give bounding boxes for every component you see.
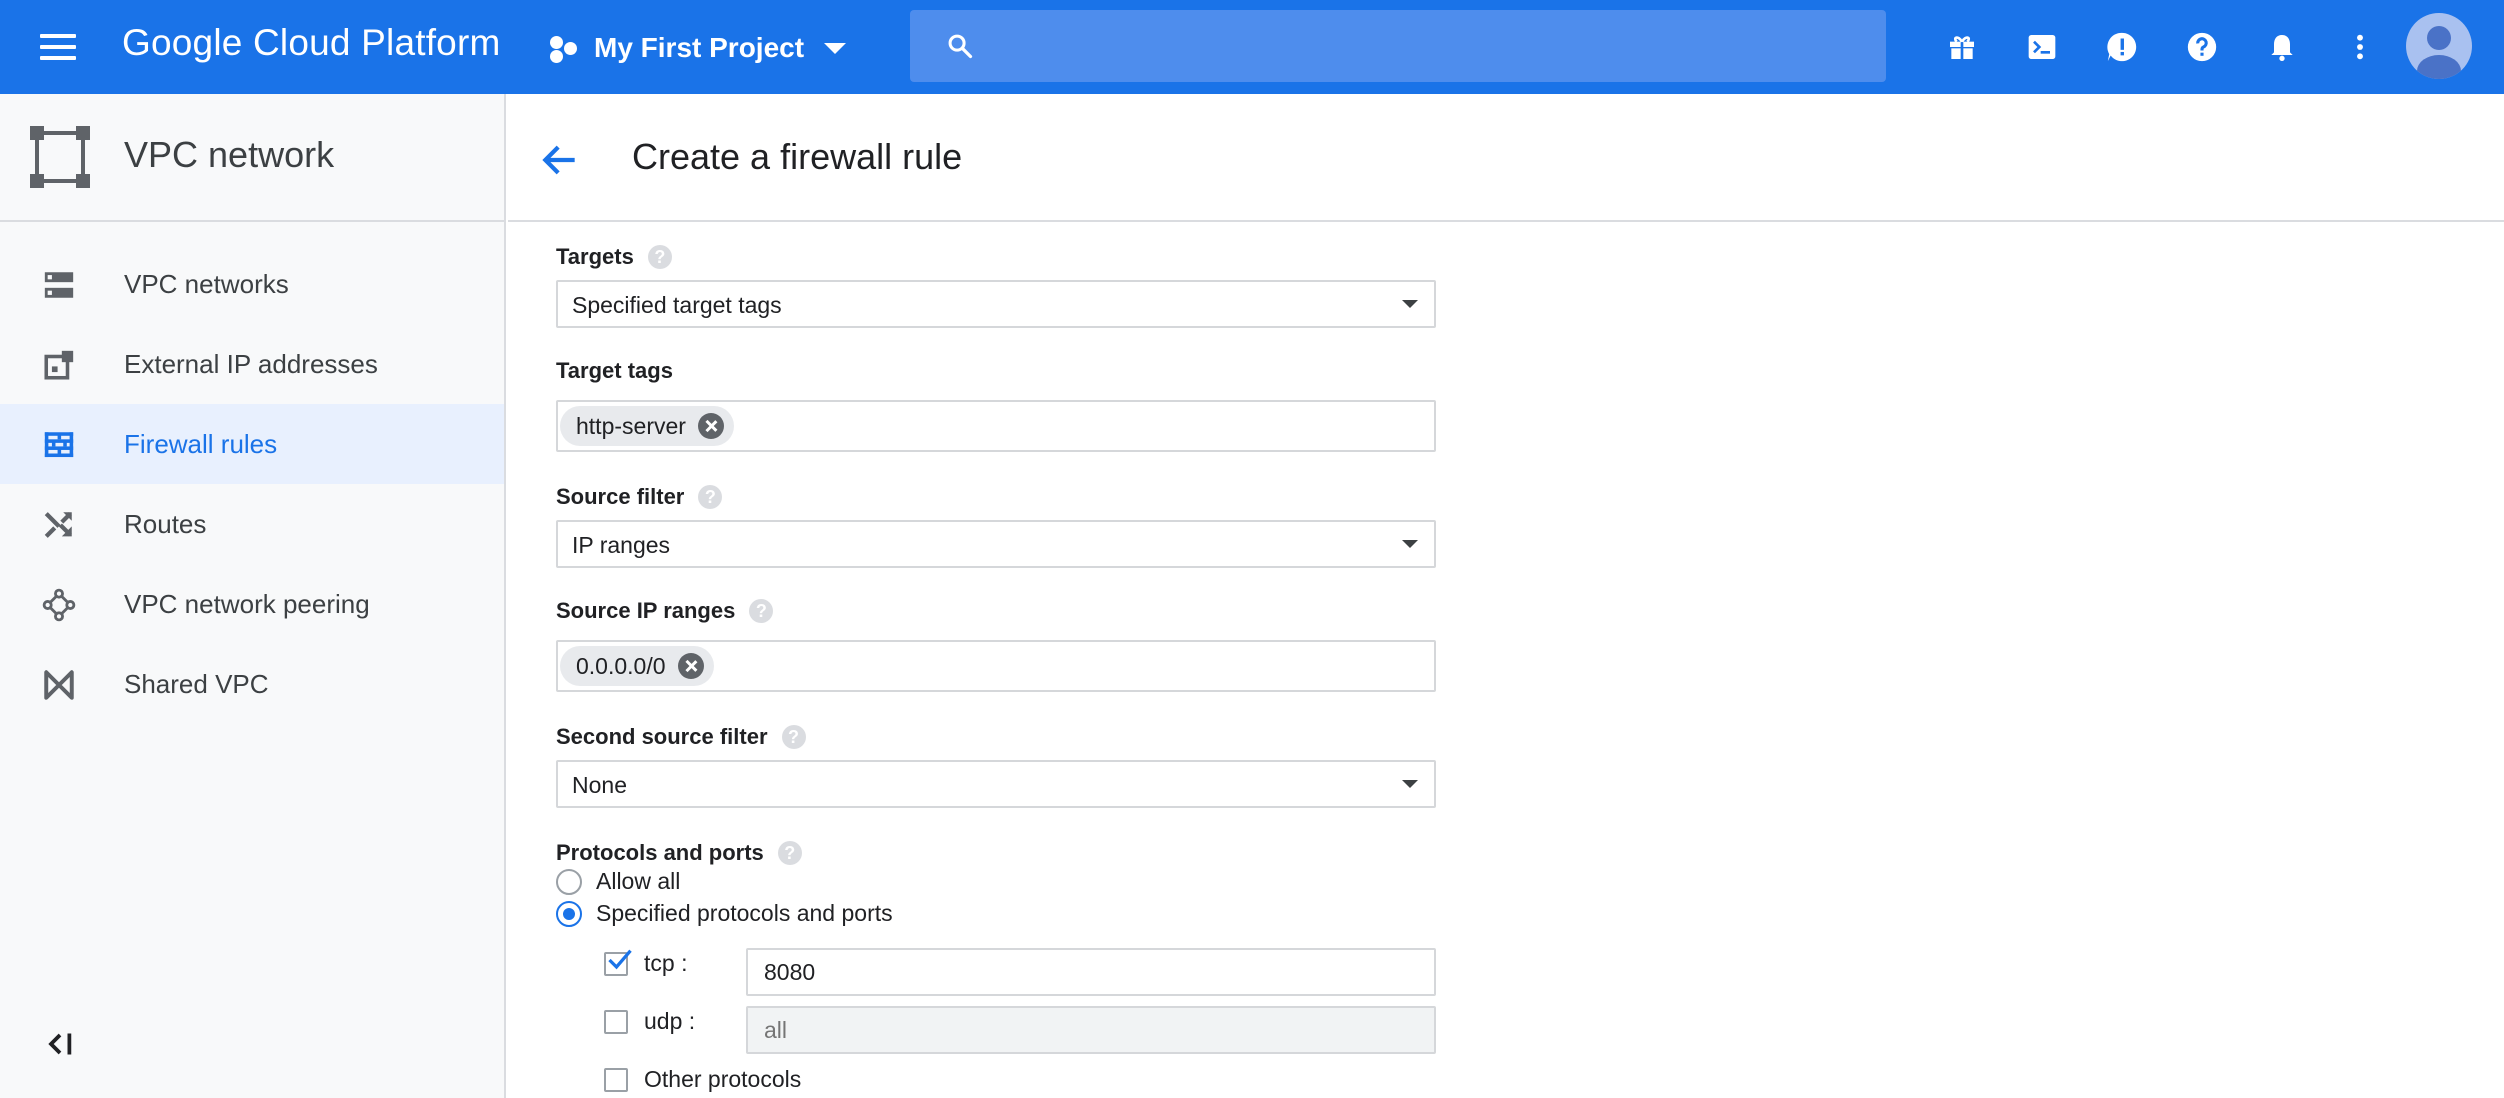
help-icon[interactable]: ? <box>647 245 672 269</box>
tcp-row: tcp : <box>604 949 688 977</box>
source-ip-ranges-input[interactable]: 0.0.0.0/0 <box>556 640 1436 692</box>
help-icon[interactable]: ? <box>781 725 806 749</box>
left-nav: VPC network VPC networks External IP add… <box>0 94 506 1098</box>
sidebar-item-external-ip[interactable]: External IP addresses <box>0 324 504 404</box>
source-ip-ranges-label: Source IP ranges ? <box>556 598 774 624</box>
sidebar-item-label: External IP addresses <box>124 348 378 379</box>
target-tags-label: Target tags <box>556 358 673 384</box>
account-avatar[interactable] <box>2406 13 2472 79</box>
sidebar-header: VPC network <box>0 94 504 222</box>
page-header: Create a firewall rule <box>508 94 2504 222</box>
more-vert-icon[interactable] <box>2338 25 2382 69</box>
sidebar-item-label: Shared VPC <box>124 668 269 699</box>
chevron-down-icon <box>824 42 847 54</box>
udp-label: udp : <box>644 1008 696 1034</box>
notifications-icon[interactable] <box>2260 25 2304 69</box>
target-tags-input[interactable]: http-server <box>556 400 1436 452</box>
radio-button-selected[interactable] <box>556 900 582 927</box>
search-icon <box>948 34 973 59</box>
target-tags-label-text: Target tags <box>556 358 673 383</box>
help-icon[interactable]: ? <box>698 485 723 509</box>
product-name[interactable]: Google Cloud Platform <box>122 22 501 64</box>
targets-select[interactable]: Specified target tags <box>556 280 1436 328</box>
firewall-icon <box>44 432 74 458</box>
sidebar-item-firewall-rules[interactable]: Firewall rules <box>0 404 504 484</box>
main-menu-button[interactable] <box>36 28 84 66</box>
protocols-ports-label: Protocols and ports ? <box>556 840 802 866</box>
remove-chip-icon[interactable] <box>697 413 724 439</box>
sidebar-item-label: Routes <box>124 508 207 539</box>
protocols-ports-label-text: Protocols and ports <box>556 840 764 865</box>
udp-checkbox[interactable] <box>604 1009 628 1034</box>
dropdown-arrow-icon <box>1402 780 1418 788</box>
other-protocols-row: Other protocols <box>604 1066 801 1093</box>
sidebar-item-label: Firewall rules <box>124 428 278 459</box>
chip-label: 0.0.0.0/0 <box>576 652 666 679</box>
shared-vpc-icon <box>44 670 74 700</box>
radio-button[interactable] <box>556 868 582 895</box>
tcp-label: tcp : <box>644 950 688 976</box>
other-protocols-label: Other protocols <box>644 1066 802 1092</box>
cloud-shell-icon[interactable] <box>2020 25 2064 69</box>
sidebar-nav: VPC networks External IP addresses Firew… <box>0 244 504 724</box>
source-filter-label-text: Source filter <box>556 484 685 509</box>
tcp-ports-input[interactable] <box>746 948 1436 996</box>
vpc-networks-icon <box>44 272 74 298</box>
sidebar-item-shared-vpc[interactable]: Shared VPC <box>0 644 504 724</box>
sidebar-item-vpc-network-peering[interactable]: VPC network peering <box>0 564 504 644</box>
sidebar-title: VPC network <box>124 134 335 175</box>
targets-label-text: Targets <box>556 244 634 269</box>
dropdown-arrow-icon <box>1402 540 1418 548</box>
sidebar-item-label: VPC networks <box>124 268 289 299</box>
tcp-checkbox[interactable] <box>604 949 632 976</box>
allow-all-radio[interactable]: Allow all <box>556 868 680 895</box>
user-icon <box>2417 26 2461 79</box>
help-icon[interactable]: ? <box>749 599 774 623</box>
collapse-sidebar-icon[interactable] <box>42 1026 78 1062</box>
source-filter-select[interactable]: IP ranges <box>556 520 1436 568</box>
tag-chip: http-server <box>560 406 734 446</box>
ip-range-chip: 0.0.0.0/0 <box>560 646 714 686</box>
chip-label: http-server <box>576 412 686 439</box>
project-selector[interactable]: My First Project <box>548 26 847 70</box>
allow-all-label: Allow all <box>596 868 681 894</box>
udp-row: udp : <box>604 1008 695 1035</box>
help-icon[interactable]: ? <box>777 841 802 865</box>
top-app-bar: Google Cloud Platform My First Project <box>0 0 2504 94</box>
project-dots-icon <box>548 32 580 64</box>
search-box[interactable] <box>910 10 1886 82</box>
page-title: Create a firewall rule <box>632 136 963 177</box>
second-source-filter-label: Second source filter ? <box>556 724 806 750</box>
gift-icon[interactable] <box>1940 25 1984 69</box>
targets-label: Targets ? <box>556 244 672 270</box>
back-arrow-icon[interactable] <box>538 138 582 182</box>
search-input[interactable] <box>1000 24 1860 68</box>
routes-icon <box>44 512 72 538</box>
second-source-filter-value: None <box>572 772 627 798</box>
targets-value: Specified target tags <box>572 292 782 318</box>
second-source-filter-label-text: Second source filter <box>556 724 768 749</box>
peering-icon <box>42 588 76 622</box>
sidebar-item-routes[interactable]: Routes <box>0 484 504 564</box>
feedback-icon[interactable] <box>2100 25 2144 69</box>
source-filter-label: Source filter ? <box>556 484 723 510</box>
source-filter-value: IP ranges <box>572 532 671 558</box>
sidebar-item-label: VPC network peering <box>124 588 370 619</box>
external-ip-icon <box>44 350 74 380</box>
source-ip-ranges-label-text: Source IP ranges <box>556 598 736 623</box>
second-source-filter-select[interactable]: None <box>556 760 1436 808</box>
checkmark-icon <box>608 949 632 969</box>
udp-ports-input[interactable] <box>746 1006 1436 1054</box>
other-protocols-checkbox[interactable] <box>604 1067 628 1092</box>
dropdown-arrow-icon <box>1402 300 1418 308</box>
specified-protocols-radio[interactable]: Specified protocols and ports <box>556 900 893 927</box>
vpc-network-logo-icon <box>30 126 90 188</box>
specified-protocols-label: Specified protocols and ports <box>596 900 893 926</box>
help-icon[interactable] <box>2180 25 2224 69</box>
sidebar-item-vpc-networks[interactable]: VPC networks <box>0 244 504 324</box>
project-name: My First Project <box>594 32 805 63</box>
remove-chip-icon[interactable] <box>677 653 704 679</box>
